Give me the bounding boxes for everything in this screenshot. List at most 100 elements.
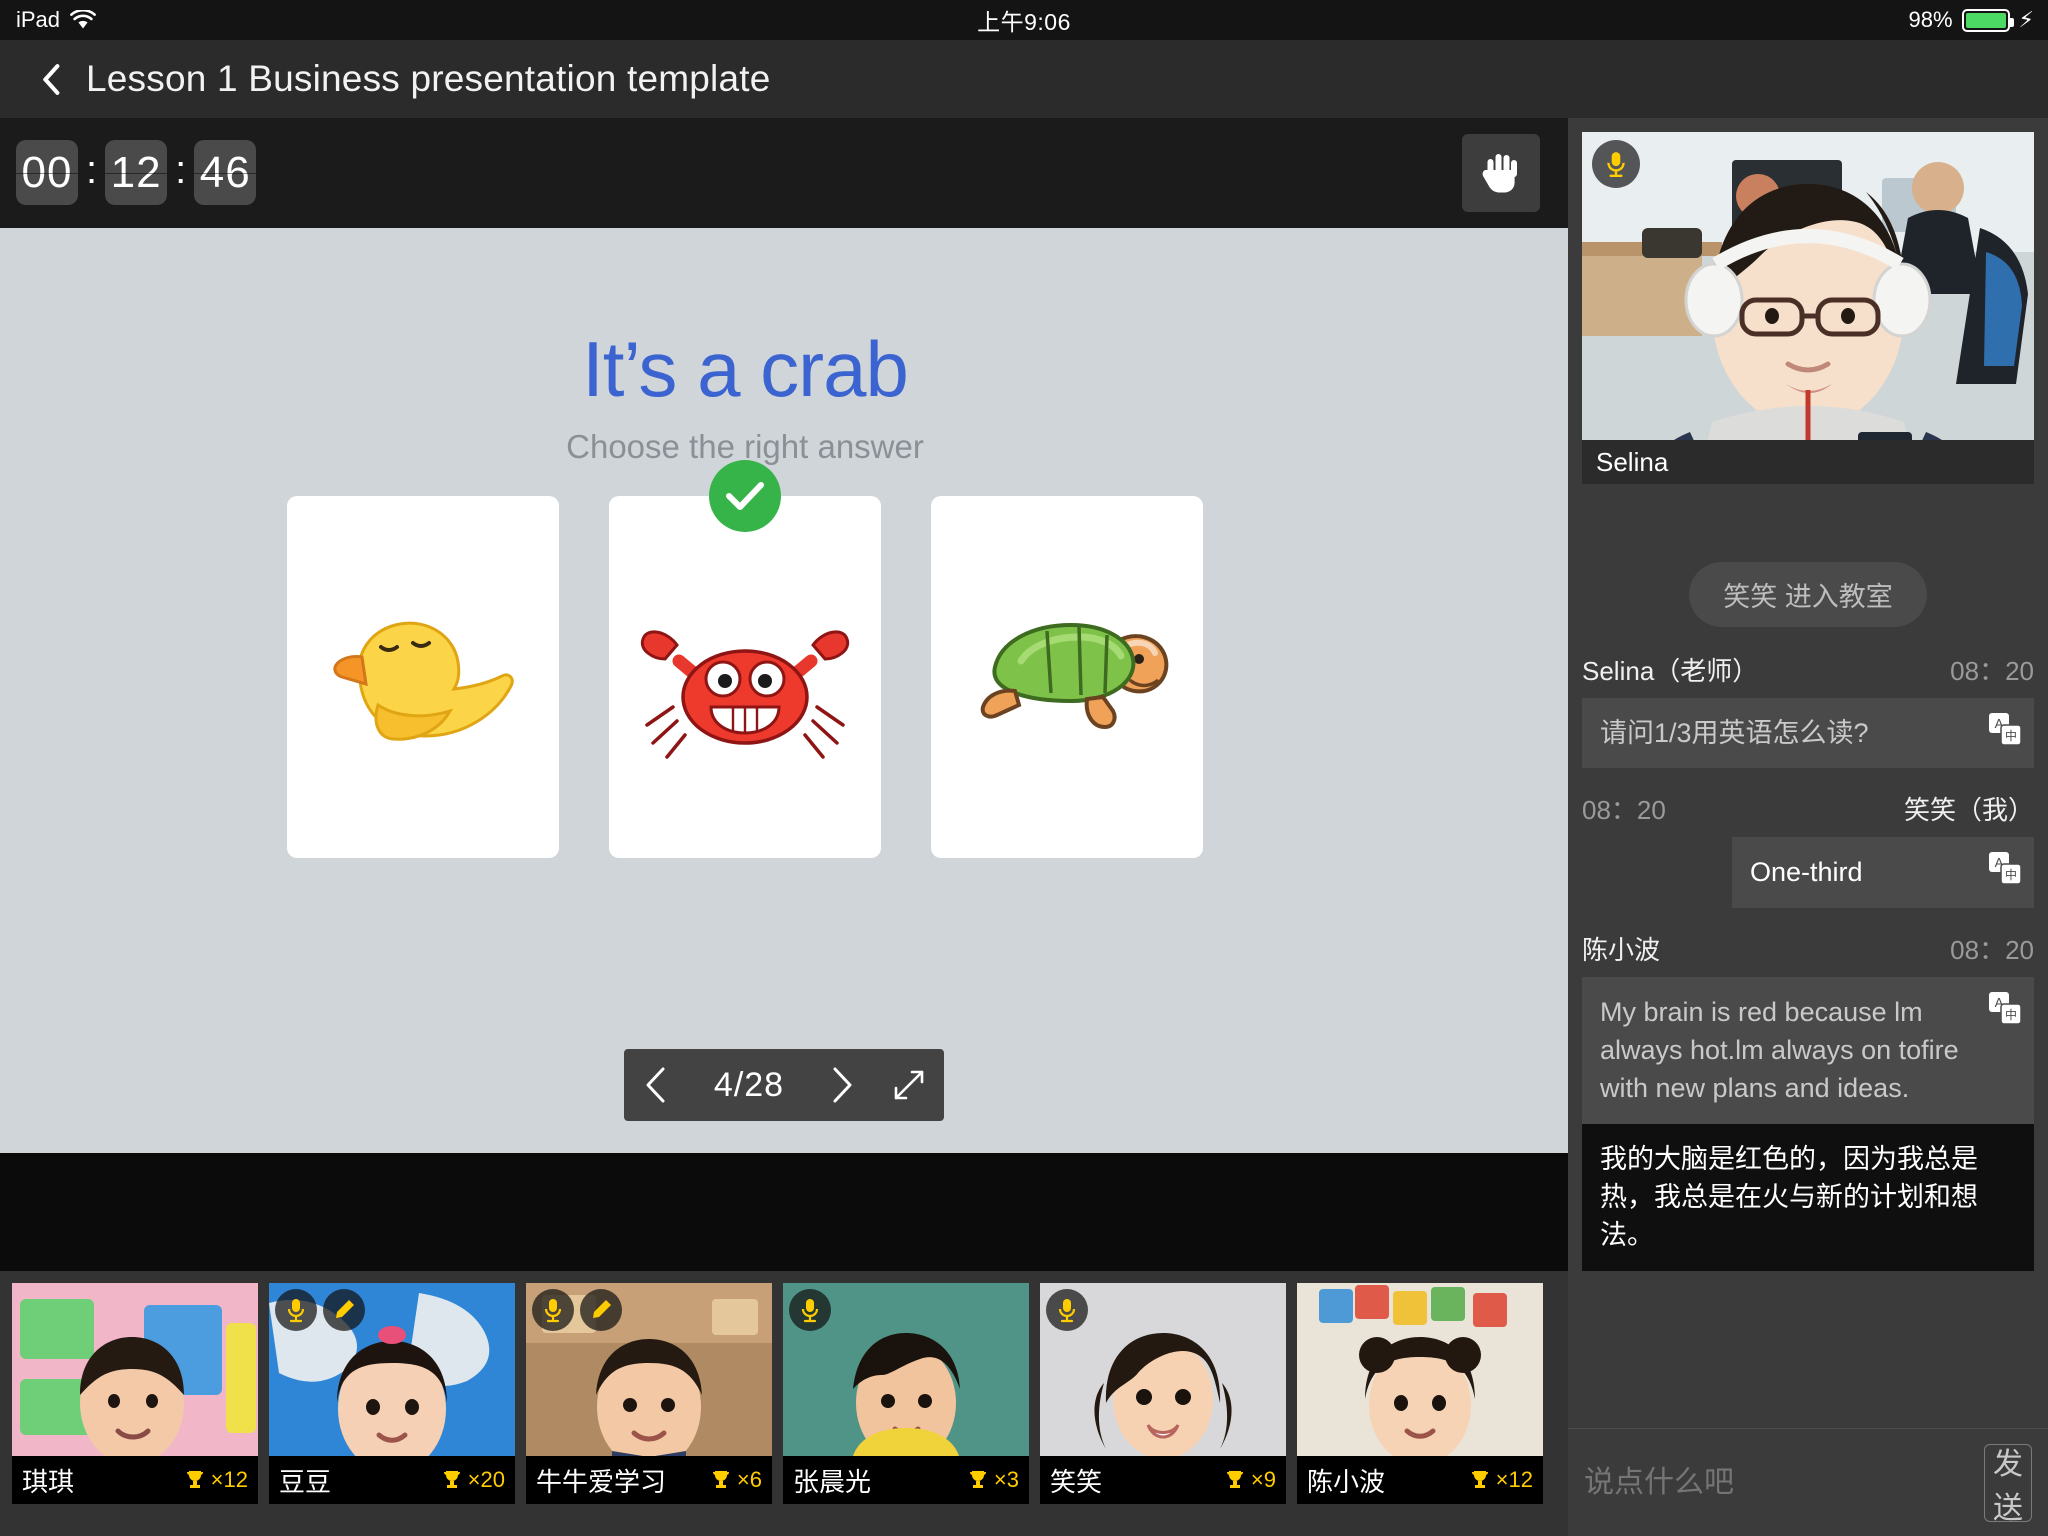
microphone-icon[interactable] <box>1592 140 1640 188</box>
chat-timestamp: 08：20 <box>1582 795 1666 826</box>
fullscreen-expand-button[interactable] <box>874 1068 944 1102</box>
student-trophy: ×6 <box>709 1467 762 1493</box>
student-name-bar: 牛牛爱学习 ×6 <box>526 1456 772 1504</box>
trophy-icon <box>1226 1471 1243 1488</box>
chat-input[interactable] <box>1584 1465 1970 1500</box>
microphone-icon[interactable] <box>532 1289 574 1331</box>
student-badges <box>789 1289 831 1331</box>
student-badges <box>532 1289 622 1331</box>
chat-bubble: 请问1/3用英语怎么读? A 中 <box>1582 698 2034 769</box>
battery-icon <box>1961 8 2014 32</box>
student-trophy-count: ×20 <box>467 1467 505 1492</box>
teacher-video[interactable]: Selina <box>1582 132 2034 484</box>
back-chevron-icon[interactable] <box>34 59 60 99</box>
chat-bubble: One-third A 中 <box>1732 837 2034 908</box>
translate-icon[interactable]: A 中 <box>1988 991 2022 1025</box>
answer-card-group <box>0 460 1490 858</box>
chat-bubble-translation: 我的大脑是红色的，因为我总是热，我总是在火与新的计划和想法。 <box>1582 1123 2034 1271</box>
student-name: 陈小波 <box>1307 1466 1386 1497</box>
student-name: 豆豆 <box>279 1466 332 1497</box>
slide-page-indicator: 4/28 <box>713 1065 785 1104</box>
trophy-icon <box>1471 1471 1488 1488</box>
student-tile[interactable]: 笑笑 ×9 <box>1040 1283 1286 1504</box>
student-badges <box>1046 1289 1088 1331</box>
lesson-timer: 00 : 12 : 46 <box>16 140 257 205</box>
lesson-title-bar: Lesson 1 Business presentation template <box>0 40 2048 118</box>
pencil-icon[interactable] <box>580 1289 622 1331</box>
student-trophy-count: ×3 <box>993 1467 1019 1492</box>
teacher-name: Selina <box>1582 440 2034 484</box>
microphone-icon[interactable] <box>1046 1289 1088 1331</box>
student-name-bar: 豆豆 ×20 <box>269 1456 515 1504</box>
chat-message: 笑笑（我） 08：20 One-third A 中 <box>1582 790 2034 908</box>
correct-answer-badge <box>709 460 781 532</box>
chat-sender: 陈小波 <box>1582 934 1661 965</box>
timer-bar: 00 : 12 : 46 <box>0 118 1568 228</box>
classroom-app: iPad 上午9:06 98% ⚡ Lesson 1 Business pres… <box>0 0 2048 1536</box>
student-tile[interactable]: 琪琪 ×12 <box>12 1283 258 1504</box>
crab-illustration <box>637 585 853 770</box>
chat-message: Selina（老师） 08：20 请问1/3用英语怎么读? A 中 <box>1582 651 2034 769</box>
microphone-icon[interactable] <box>789 1289 831 1331</box>
raise-hand-icon <box>1480 148 1522 199</box>
student-tile[interactable]: 张晨光 ×3 <box>783 1283 1029 1504</box>
student-trophy: ×12 <box>1468 1467 1533 1493</box>
student-name-bar: 笑笑 ×9 <box>1040 1456 1286 1504</box>
student-name: 张晨光 <box>793 1466 872 1497</box>
chat-timestamp: 08：20 <box>1950 934 2034 965</box>
translate-icon[interactable]: A 中 <box>1988 851 2022 886</box>
student-trophy: ×3 <box>966 1467 1019 1493</box>
timer-seconds: 46 <box>194 140 257 205</box>
chat-composer: 发送 <box>1568 1428 2048 1536</box>
chat-message-header: 陈小波 08：20 <box>1582 930 2034 967</box>
right-panel: Selina 笑笑 进入教室 Selina（老师） 08：20 请问1/3用英语… <box>1568 118 2048 1536</box>
answer-card-crab[interactable] <box>609 460 881 858</box>
raise-hand-button[interactable] <box>1462 134 1540 212</box>
student-tile[interactable]: 牛牛爱学习 ×6 <box>526 1283 772 1504</box>
student-trophy: ×9 <box>1223 1467 1276 1493</box>
student-name: 琪琪 <box>22 1466 75 1497</box>
chat-message-header: Selina（老师） 08：20 <box>1582 651 2034 688</box>
student-tile[interactable]: 豆豆 ×20 <box>269 1283 515 1504</box>
next-slide-button[interactable] <box>812 1066 874 1104</box>
student-name-bar: 张晨光 ×3 <box>783 1456 1029 1504</box>
timer-hours: 00 <box>16 140 78 205</box>
student-filmstrip: 琪琪 ×12 豆豆 ×20 牛牛爱学习 ×6 张晨光 ×3 笑笑 ×9 陈小波 … <box>0 1271 1568 1536</box>
send-button[interactable]: 发送 <box>1984 1443 2032 1525</box>
student-name-bar: 陈小波 ×12 <box>1297 1456 1543 1504</box>
status-bar-clock: 上午9:06 <box>977 9 1071 35</box>
ios-status-bar: iPad 上午9:06 98% ⚡ <box>0 0 2048 40</box>
slide-pager: 4/28 <box>624 1049 944 1121</box>
student-trophy-count: ×6 <box>736 1467 762 1492</box>
chat-timestamp: 08：20 <box>1950 656 2034 686</box>
chat-sender: Selina（老师） <box>1582 656 1759 686</box>
trophy-icon <box>969 1471 986 1488</box>
svg-text:中: 中 <box>2005 867 2017 882</box>
student-trophy: ×20 <box>440 1467 505 1493</box>
slide-title: It’s a crab <box>582 325 909 413</box>
answer-card-duck[interactable] <box>287 496 559 858</box>
answer-card-turtle[interactable] <box>931 496 1203 858</box>
timer-minutes: 12 <box>105 140 168 205</box>
chat-system-note: 笑笑 进入教室 <box>1689 562 1927 627</box>
student-video <box>1297 1283 1543 1456</box>
slide-stage: It’s a crab Choose the right answer 4/28 <box>0 228 1568 1153</box>
translate-icon[interactable]: A 中 <box>1988 712 2022 746</box>
trophy-icon <box>443 1471 460 1488</box>
microphone-icon[interactable] <box>275 1289 317 1331</box>
stage-bottom-strip <box>0 1153 1568 1271</box>
trophy-icon <box>712 1471 729 1488</box>
prev-slide-button[interactable] <box>624 1066 686 1104</box>
student-video <box>12 1283 258 1456</box>
student-name: 笑笑 <box>1050 1466 1103 1497</box>
svg-text:中: 中 <box>2005 1007 2017 1022</box>
chat-messages[interactable]: 笑笑 进入教室 Selina（老师） 08：20 请问1/3用英语怎么读? A … <box>1568 538 2048 1428</box>
pencil-icon[interactable] <box>323 1289 365 1331</box>
student-tile[interactable]: 陈小波 ×12 <box>1297 1283 1543 1504</box>
page-title: Lesson 1 Business presentation template <box>86 58 771 99</box>
chat-sender: 笑笑（我） <box>1903 795 2034 826</box>
lightning-bolt-icon: ⚡ <box>2018 7 2034 32</box>
timer-separator-2: : <box>175 147 187 192</box>
student-name: 牛牛爱学习 <box>536 1466 667 1497</box>
student-trophy: ×12 <box>183 1467 248 1493</box>
